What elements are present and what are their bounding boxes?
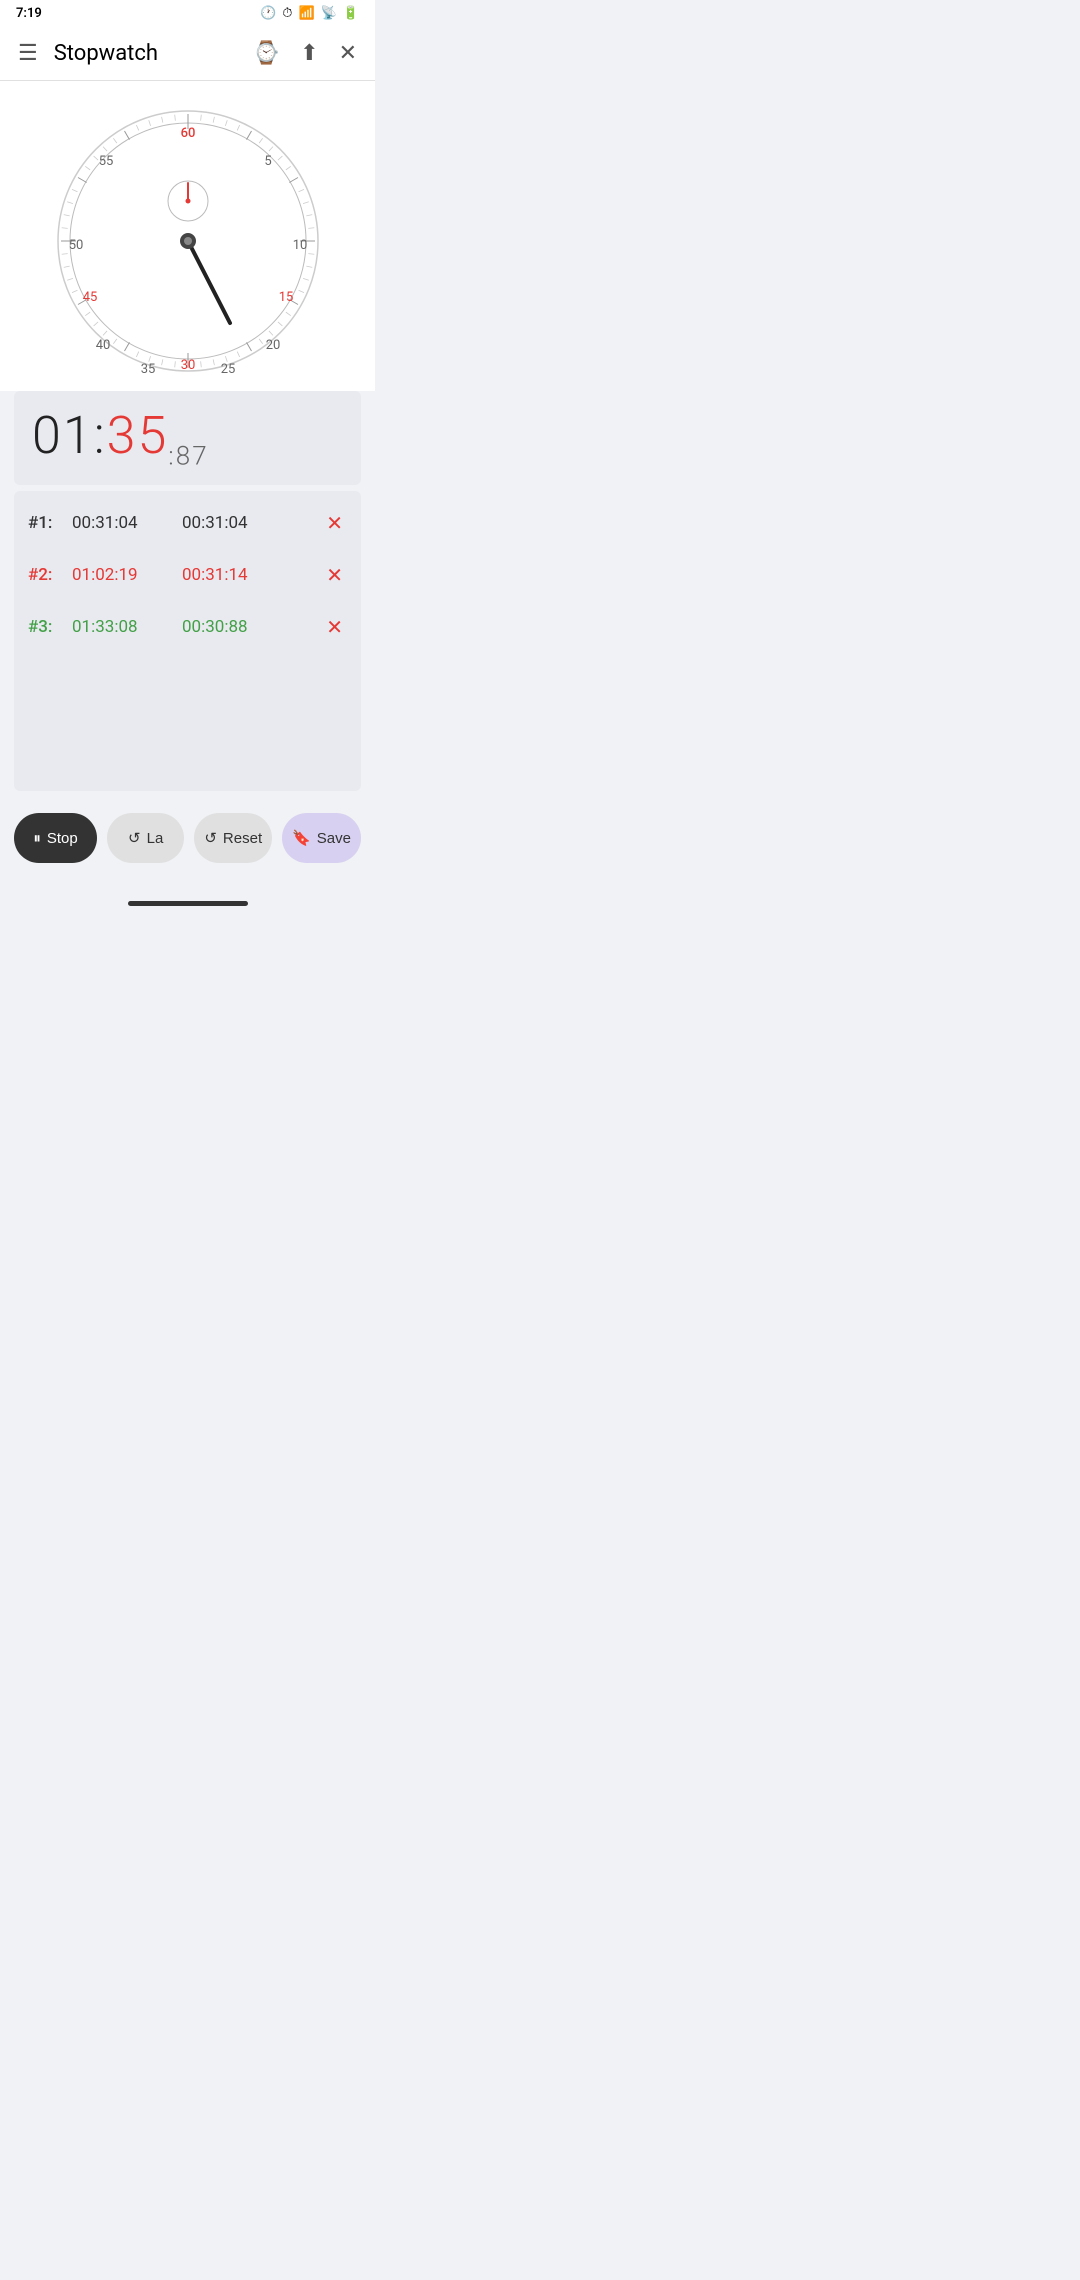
svg-text:45: 45 [82, 290, 97, 305]
lap-total-3: 01:33:08 [72, 617, 182, 637]
svg-text:10: 10 [292, 238, 307, 253]
close-icon[interactable]: ✕ [335, 37, 361, 70]
clock-svg: 60 55 5 50 10 45 15 40 20 35 25 30 [48, 101, 328, 381]
save-button[interactable]: 🔖 Save [282, 813, 361, 863]
app-bar-title: Stopwatch [54, 41, 237, 66]
status-bar: 7:19 🕐 ⏱ 📶 📡 🔋 [0, 0, 375, 27]
svg-text:35: 35 [140, 362, 155, 377]
svg-text:40: 40 [95, 338, 110, 353]
battery-icon: 🔋 [343, 6, 359, 21]
time-minutes: 35 [107, 405, 169, 466]
signal-icon: 📡 [321, 6, 337, 21]
alarm-icon: 🕐 [260, 6, 276, 21]
save-icon: 🔖 [292, 829, 311, 847]
share-icon[interactable]: ⬆ [296, 37, 322, 70]
lap-split-1: 00:31:04 [182, 513, 322, 533]
laps-list: #1: 00:31:04 00:31:04 ✕ #2: 01:02:19 00:… [14, 491, 361, 791]
status-time: 7:19 [16, 6, 42, 21]
lap-split-3: 00:30:88 [182, 617, 322, 637]
reset-label: Reset [223, 830, 262, 847]
svg-text:60: 60 [180, 126, 195, 141]
reset-icon: ↺ [204, 829, 217, 847]
time-hours: 01 [32, 405, 94, 466]
lap-split-2: 00:31:14 [182, 565, 322, 585]
watch-icon[interactable]: ⌚ [249, 37, 284, 70]
bottom-bar: ⏸ Stop ↺ La ↺ Reset 🔖 Save [0, 797, 375, 893]
pause-icon: ⏸ [33, 830, 41, 847]
reset-button[interactable]: ↺ Reset [194, 813, 272, 863]
lap-label: La [147, 830, 164, 847]
stopwatch-status-icon: ⏱ [282, 6, 292, 21]
lap-number-3: #3: [28, 617, 72, 637]
home-indicator-bar [128, 901, 248, 906]
svg-text:25: 25 [220, 362, 235, 377]
menu-icon[interactable]: ☰ [14, 37, 42, 70]
wifi-icon: 📶 [298, 6, 314, 21]
svg-text:20: 20 [265, 338, 280, 353]
lap-row: #1: 00:31:04 00:31:04 ✕ [28, 507, 347, 539]
clock-area: 60 55 5 50 10 45 15 40 20 35 25 30 [0, 81, 375, 391]
lap-total-2: 01:02:19 [72, 565, 182, 585]
time-sep1: : [94, 405, 107, 466]
lap-delete-1[interactable]: ✕ [322, 507, 347, 539]
time-centiseconds: :87 [168, 441, 208, 471]
svg-text:5: 5 [264, 154, 271, 169]
svg-text:30: 30 [180, 358, 195, 373]
lap-number-1: #1: [28, 513, 72, 533]
lap-number-2: #2: [28, 565, 72, 585]
status-icons: 🕐 ⏱ 📶 📡 🔋 [260, 6, 359, 21]
lap-icon: ↺ [128, 829, 141, 847]
home-indicator [0, 893, 375, 914]
lap-button[interactable]: ↺ La [107, 813, 184, 863]
stop-label: Stop [47, 830, 78, 847]
svg-text:50: 50 [68, 238, 83, 253]
app-bar: ☰ Stopwatch ⌚ ⬆ ✕ [0, 27, 375, 81]
lap-row: #3: 01:33:08 00:30:88 ✕ [28, 611, 347, 643]
svg-text:15: 15 [278, 290, 293, 305]
lap-delete-2[interactable]: ✕ [322, 559, 347, 591]
svg-text:55: 55 [98, 154, 113, 169]
save-label: Save [317, 830, 351, 847]
lap-row: #2: 01:02:19 00:31:14 ✕ [28, 559, 347, 591]
lap-delete-3[interactable]: ✕ [322, 611, 347, 643]
time-display: 01:35:87 [14, 391, 361, 485]
stop-button[interactable]: ⏸ Stop [14, 813, 97, 863]
lap-total-1: 00:31:04 [72, 513, 182, 533]
